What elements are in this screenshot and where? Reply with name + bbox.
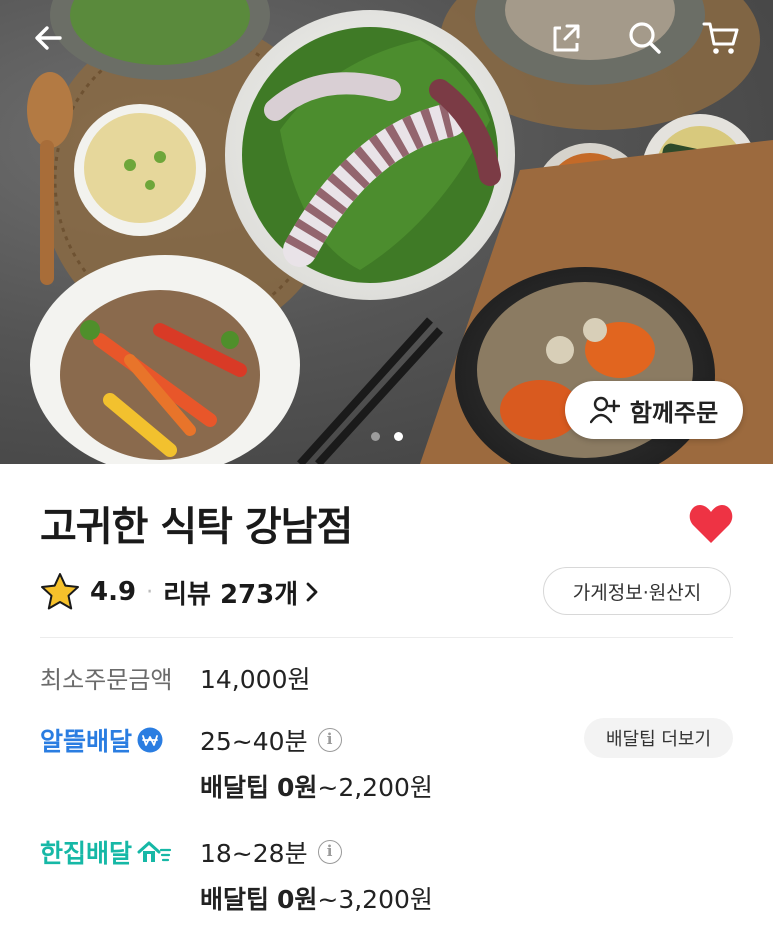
- share-button[interactable]: [546, 18, 586, 58]
- cart-icon: [702, 22, 739, 54]
- hero-image[interactable]: 함께주문: [0, 0, 773, 464]
- rating-value: 4.9: [90, 577, 137, 607]
- delivery-tip-more-button[interactable]: 배달팁 더보기: [584, 718, 733, 758]
- won-badge-icon: [137, 727, 163, 753]
- delivery-tip-label: 배달팁: [200, 773, 270, 802]
- reviews-link[interactable]: 리뷰 273개: [163, 574, 320, 611]
- group-order-button[interactable]: 함께주문: [565, 381, 743, 439]
- delivery-time: 25~40분: [200, 727, 308, 756]
- reviews-label: 리뷰 273개: [163, 579, 299, 610]
- delivery-tip-min: 0원: [276, 885, 318, 914]
- delivery-tip-label: 배달팁: [200, 885, 270, 914]
- delivery-tip-rest: ~2,200원: [317, 773, 433, 802]
- delivery-tip-rest: ~3,200원: [317, 885, 433, 914]
- delivery-brand-label: 알뜰배달: [40, 727, 133, 756]
- heart-icon[interactable]: [688, 503, 734, 545]
- delivery-tip: 배달팁 0원~3,200원: [200, 880, 433, 916]
- share-icon: [553, 24, 580, 52]
- divider: [40, 637, 733, 638]
- carousel-dot-active[interactable]: [393, 432, 403, 441]
- delivery-brand-single: 한집배달: [40, 834, 172, 870]
- delivery-tip-min: 0원: [276, 773, 318, 802]
- delivery-time-row: 25~40분 i: [200, 722, 342, 758]
- rating-separator: ·: [146, 579, 154, 605]
- search-button[interactable]: [625, 18, 665, 58]
- store-info-button[interactable]: 가게정보·원산지: [543, 567, 731, 615]
- info-icon[interactable]: i: [317, 840, 342, 864]
- cart-button[interactable]: [701, 18, 741, 58]
- back-button[interactable]: [28, 18, 68, 58]
- delivery-brand-label: 한집배달: [40, 839, 133, 868]
- chevron-right-icon: [306, 582, 318, 602]
- rating-row: 4.9 · 리뷰 273개: [40, 570, 320, 614]
- delivery-time: 18~28분: [200, 839, 308, 868]
- min-order-label: 최소주문금액: [40, 666, 173, 694]
- search-icon: [629, 22, 661, 54]
- store-name: 고귀한 식탁 강남점: [40, 504, 353, 550]
- back-arrow-icon: [35, 26, 62, 50]
- group-order-label: 함께주문: [629, 398, 719, 427]
- min-order-value: 14,000원: [200, 665, 311, 694]
- delivery-brand-saver: 알뜰배달: [40, 722, 164, 758]
- delivery-tip: 배달팁 0원~2,200원: [200, 768, 433, 804]
- delivery-time-row: 18~28분 i: [200, 834, 342, 870]
- star-icon: [41, 573, 79, 610]
- info-icon[interactable]: i: [317, 728, 342, 752]
- house-delivery-icon: [137, 841, 172, 862]
- carousel-dot[interactable]: [370, 432, 380, 441]
- add-person-icon: [589, 396, 620, 424]
